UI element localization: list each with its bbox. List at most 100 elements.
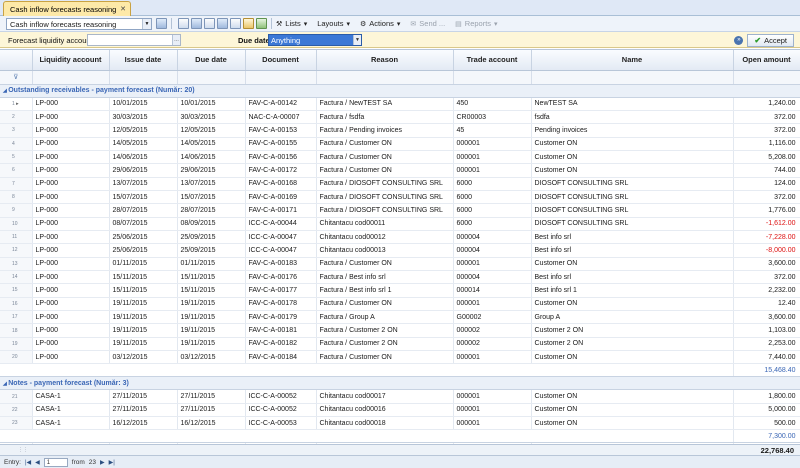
table-cell: 000001: [453, 350, 532, 365]
next-page-icon[interactable]: ▶: [100, 459, 105, 466]
table-row[interactable]: 6 LP-000 29/06/2015 29/06/2015 FAV-C-A-00172…: [0, 163, 800, 178]
column-filter-cell[interactable]: [316, 70, 454, 85]
cell-text: LP-000: [35, 353, 59, 361]
table-row[interactable]: 1 ▸ LP-000 10/01/2015 10/01/2015 FAV-C-A-001…: [0, 97, 800, 111]
tab-cash-inflow[interactable]: Cash inflow forecasts reasoning ✕: [3, 1, 131, 16]
table-cell: 16/12/2015: [177, 416, 246, 431]
table-cell: FAV-C-A-00182: [245, 337, 317, 352]
column-filter-cell[interactable]: [453, 70, 532, 85]
table-row[interactable]: 3 LP-000 12/05/2015 12/05/2015 FAV-C-A-00153…: [0, 123, 800, 138]
table-row[interactable]: 10 LP-000 08/07/2015 08/09/2015 ICC-C-A-0004…: [0, 217, 800, 231]
last-page-icon[interactable]: ▶|: [109, 459, 115, 466]
column-header[interactable]: Issue date: [109, 50, 178, 71]
resize-grip-icon[interactable]: ⋮⋮: [18, 447, 28, 453]
cell-text: Factura / DIOSOFT CONSULTING SRL: [319, 206, 443, 214]
view-select[interactable]: Cash inflow forecasts reasoning ▼: [6, 17, 152, 30]
table-row[interactable]: 12 LP-000 25/06/2015 25/09/2015 ICC-C-A-0004…: [0, 243, 800, 258]
current-entry-input[interactable]: 1: [43, 457, 68, 467]
column-filter-cell[interactable]: [245, 70, 317, 85]
table-cell: 29/06/2015: [177, 163, 246, 178]
prev-page-icon[interactable]: ◀: [35, 459, 40, 466]
cell-text: 000001: [456, 140, 480, 148]
table-row[interactable]: 21 CASA-1 27/11/2015 27/11/2015 ICC-C-A-0005…: [0, 389, 800, 404]
column-filter-cell[interactable]: [109, 70, 178, 85]
column-header[interactable]: Document: [245, 50, 317, 71]
send-button[interactable]: ✉ Send ...: [410, 19, 445, 28]
table-cell: CASA-1: [32, 403, 110, 418]
table-cell: LP-000: [32, 323, 110, 338]
export-icon[interactable]: [243, 18, 254, 29]
close-icon[interactable]: ✕: [120, 5, 126, 13]
table-view-icon[interactable]: [191, 18, 202, 29]
table-row[interactable]: 15 LP-000 15/11/2015 15/11/2015 FAV-C-A-0017…: [0, 283, 800, 298]
table-row[interactable]: 22 CASA-1 27/11/2015 27/11/2015 ICC-C-A-0005…: [0, 403, 800, 418]
account-field[interactable]: …: [87, 34, 181, 46]
table-cell: 000004: [453, 243, 532, 258]
table-row[interactable]: 8 LP-000 15/07/2015 15/07/2015 FAV-C-A-00169…: [0, 190, 800, 205]
toolbar-divider: [171, 18, 172, 29]
open-amount-cell: 372.00: [733, 123, 800, 138]
table-cell: 14/05/2015: [109, 137, 178, 151]
cell-text: Customer ON: [534, 140, 578, 148]
table-cell: NAC-C-A-00007: [245, 110, 317, 125]
accept-button[interactable]: ✔ Accept: [747, 34, 794, 47]
column-header[interactable]: Liquidity account: [32, 50, 110, 71]
subtotal-spacer: [0, 429, 734, 444]
table-row[interactable]: 18 LP-000 19/11/2015 19/11/2015 FAV-C-A-0018…: [0, 323, 800, 338]
cell-text: 25/06/2015: [112, 246, 148, 254]
ellipsis-icon[interactable]: …: [172, 35, 180, 45]
column-filter-cell[interactable]: [177, 70, 246, 85]
chart-view-icon[interactable]: [217, 18, 228, 29]
grid-view-icon[interactable]: [156, 18, 167, 29]
table-cell: G00002: [453, 310, 532, 325]
table-row[interactable]: 13 LP-000 01/11/2015 01/11/2015 FAV-C-A-0018…: [0, 257, 800, 271]
table-cell: 15/07/2015: [109, 190, 178, 205]
column-header[interactable]: Open amount: [733, 50, 800, 71]
reports-button[interactable]: ▤ Reports ▾: [455, 19, 497, 28]
chevron-down-icon[interactable]: ▼: [142, 18, 151, 29]
lists-button[interactable]: ⚒ Lists ▾: [276, 19, 307, 28]
table-cell: FAV-C-A-00177: [245, 283, 317, 298]
column-filter-cell[interactable]: [531, 70, 734, 85]
table-row[interactable]: 14 LP-000 15/11/2015 15/11/2015 FAV-C-A-0017…: [0, 270, 800, 285]
column-header[interactable]: Reason: [316, 50, 454, 71]
table-row[interactable]: 2 LP-000 30/03/2015 30/03/2015 NAC-C-A-00007…: [0, 110, 800, 125]
column-filter-cell[interactable]: [32, 70, 110, 85]
group-header[interactable]: ◢ Outstanding receivables - payment fore…: [0, 84, 800, 98]
table-row[interactable]: 16 LP-000 19/11/2015 19/11/2015 FAV-C-A-0017…: [0, 297, 800, 312]
layouts-button[interactable]: Layouts ▾: [317, 19, 350, 28]
column-filter-cell[interactable]: [733, 70, 800, 85]
table-row[interactable]: 5 LP-000 14/06/2015 14/06/2015 FAV-C-A-00156…: [0, 150, 800, 165]
print-icon[interactable]: [230, 18, 241, 29]
due-date-select[interactable]: Anything ▼: [268, 34, 362, 46]
table-cell: Customer ON: [531, 350, 734, 365]
pivot-view-icon[interactable]: [204, 18, 215, 29]
table-row[interactable]: 19 LP-000 19/11/2015 19/11/2015 FAV-C-A-0018…: [0, 337, 800, 352]
open-amount-cell: 372.00: [733, 270, 800, 285]
first-page-icon[interactable]: |◀: [25, 459, 31, 466]
toolbar: Cash inflow forecasts reasoning ▼ ⚒ Lists…: [0, 16, 800, 32]
collapse-icon[interactable]: »: [734, 36, 744, 45]
table-row[interactable]: 23 CASA-1 16/12/2015 16/12/2015 ICC-C-A-0005…: [0, 416, 800, 431]
actions-button[interactable]: ⚙ Actions ▾: [360, 19, 400, 28]
table-row[interactable]: 11 LP-000 25/06/2015 25/09/2015 ICC-C-A-0004…: [0, 230, 800, 245]
filter-icon[interactable]: ⊽: [0, 70, 33, 85]
form-view-icon[interactable]: [178, 18, 189, 29]
table-row[interactable]: 4 LP-000 14/05/2015 14/05/2015 FAV-C-A-00155…: [0, 137, 800, 151]
table-cell: Customer 2 ON: [531, 337, 734, 352]
cell-text: 08/09/2015: [180, 220, 216, 228]
cell-text: 19/11/2015: [180, 327, 216, 335]
column-header[interactable]: Name: [531, 50, 734, 71]
table-row[interactable]: 17 LP-000 19/11/2015 19/11/2015 FAV-C-A-0017…: [0, 310, 800, 325]
data-table: Liquidity account Issue date Due date Docum…: [0, 50, 800, 455]
chevron-down-icon[interactable]: ▼: [353, 35, 361, 45]
table-row[interactable]: 20 LP-000 03/12/2015 03/12/2015 FAV-C-A-0018…: [0, 350, 800, 365]
group-header[interactable]: ◢ Notes - payment forecast (Număr: 3): [0, 376, 800, 391]
table-cell: 01/11/2015: [109, 257, 178, 271]
refresh-icon[interactable]: [256, 18, 267, 29]
table-row[interactable]: 7 LP-000 13/07/2015 13/07/2015 FAV-C-A-00168…: [0, 177, 800, 191]
column-header[interactable]: Trade account: [453, 50, 532, 71]
table-row[interactable]: 9 LP-000 28/07/2015 28/07/2015 FAV-C-A-00171…: [0, 203, 800, 218]
column-header[interactable]: Due date: [177, 50, 246, 71]
cell-text: 15/11/2015: [180, 273, 216, 281]
